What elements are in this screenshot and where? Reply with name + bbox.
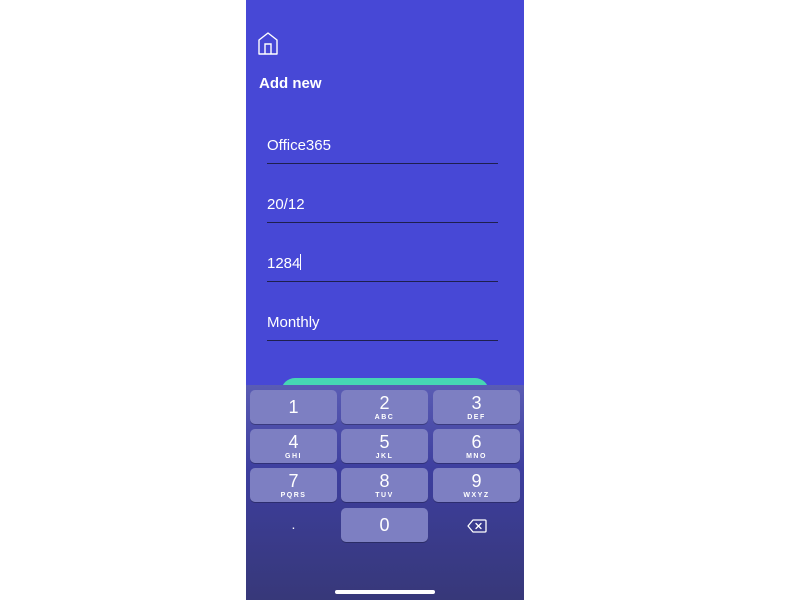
- key-2[interactable]: 2 ABC: [341, 390, 428, 424]
- key-3[interactable]: 3 DEF: [433, 390, 520, 424]
- key-4[interactable]: 4 GHI: [250, 429, 337, 463]
- frequency-field[interactable]: [267, 310, 498, 341]
- backspace-icon: [466, 519, 487, 533]
- amount-field[interactable]: [267, 251, 498, 282]
- frequency-input[interactable]: [267, 314, 492, 331]
- page-title: Add new: [259, 75, 322, 92]
- key-8[interactable]: 8 TUV: [341, 468, 428, 502]
- key-1[interactable]: 1: [250, 390, 337, 424]
- date-input[interactable]: [267, 196, 492, 213]
- date-field[interactable]: [267, 192, 498, 223]
- key-0[interactable]: 0: [341, 508, 428, 542]
- key-7[interactable]: 7 PQRS: [250, 468, 337, 502]
- key-5[interactable]: 5 JKL: [341, 429, 428, 463]
- home-button[interactable]: [256, 30, 280, 56]
- text-cursor: [300, 254, 301, 270]
- home-indicator[interactable]: [335, 590, 435, 594]
- app-screen: Add new 1 2 ABC 3 DEF 4 GHI 5 JKL: [246, 0, 524, 600]
- home-icon: [258, 32, 278, 55]
- key-6[interactable]: 6 MNO: [433, 429, 520, 463]
- numeric-keyboard: 1 2 ABC 3 DEF 4 GHI 5 JKL 6 MNO 7 PQRS 8…: [246, 385, 524, 600]
- backspace-key[interactable]: [433, 508, 520, 542]
- service-name-input[interactable]: [267, 137, 492, 154]
- key-9[interactable]: 9 WXYZ: [433, 468, 520, 502]
- decimal-key[interactable]: .: [250, 508, 337, 542]
- service-name-field[interactable]: [267, 133, 498, 164]
